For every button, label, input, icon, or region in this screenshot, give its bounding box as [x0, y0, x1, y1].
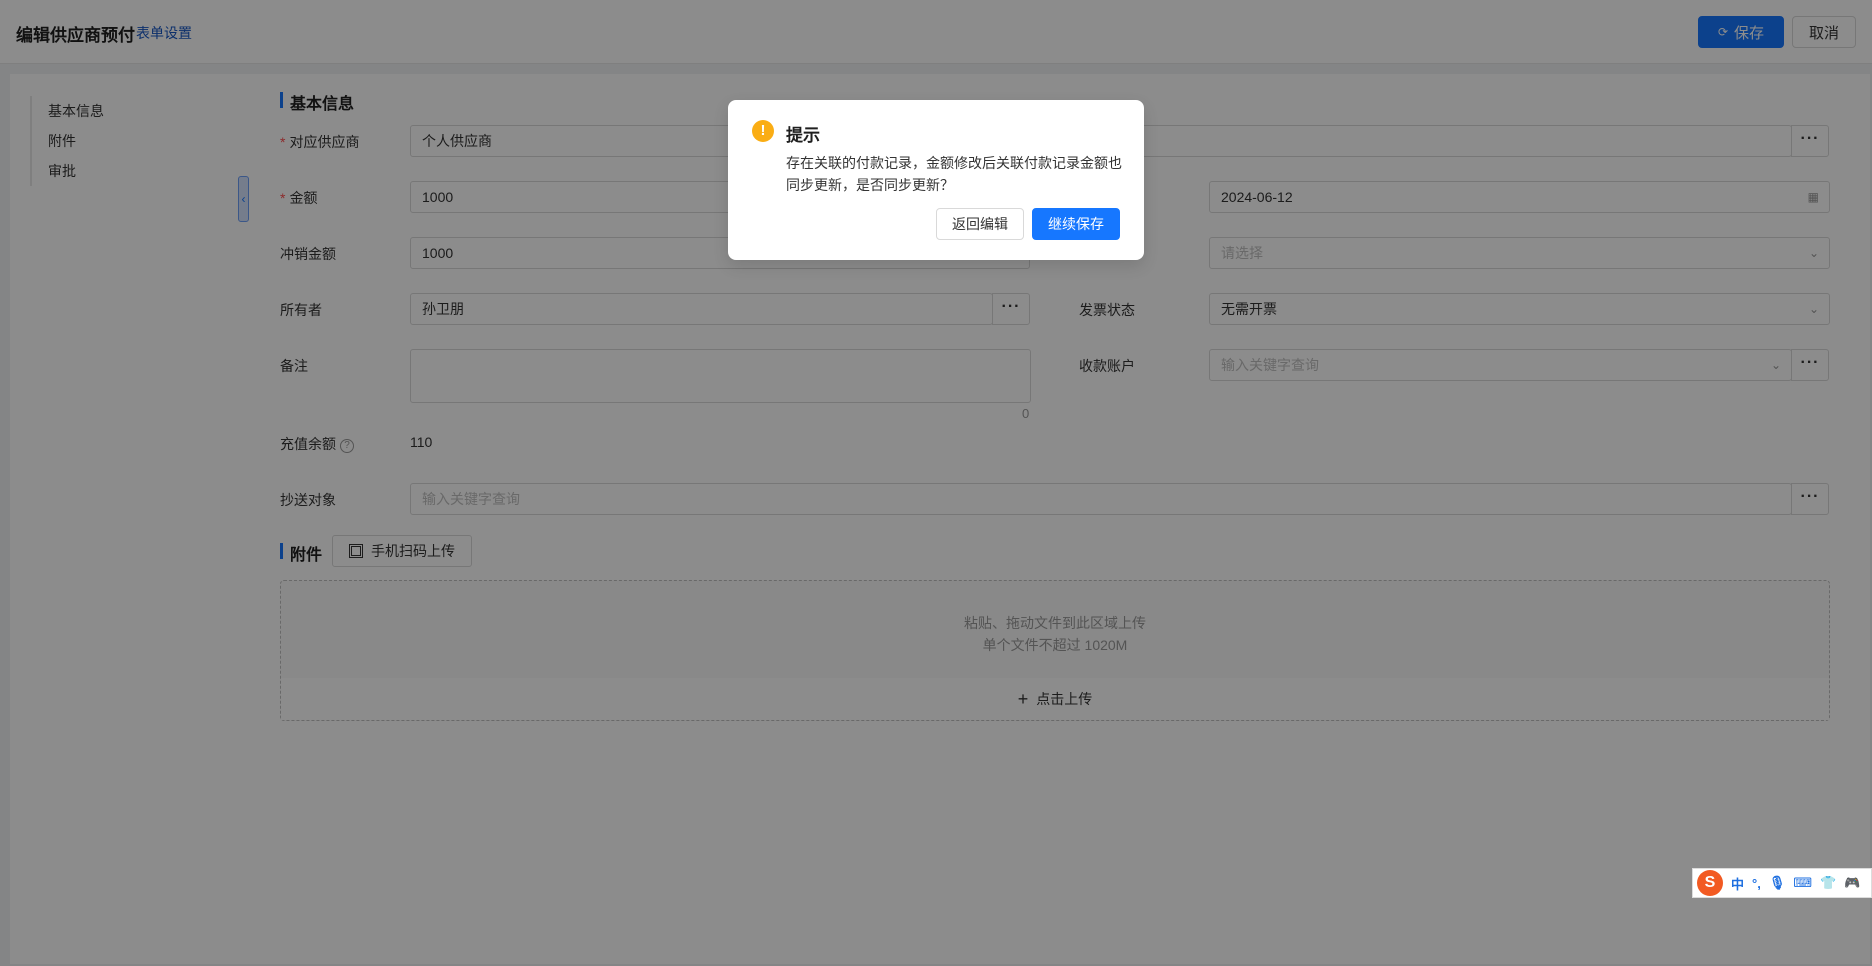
warning-icon: ! — [752, 120, 774, 142]
back-to-edit-button[interactable]: 返回编辑 — [936, 208, 1024, 240]
skin-icon[interactable]: 👕 — [1820, 875, 1836, 891]
modal-title: 提示 — [786, 126, 820, 145]
ime-logo[interactable]: S — [1697, 870, 1723, 896]
ime-punct-toggle[interactable]: °, — [1752, 876, 1761, 891]
gamepad-icon[interactable]: 🎮 — [1844, 875, 1860, 891]
continue-save-button[interactable]: 继续保存 — [1032, 208, 1120, 240]
keyboard-icon[interactable]: ⌨ — [1793, 875, 1812, 891]
confirm-modal: ! 提示 存在关联的付款记录，金额修改后关联付款记录金额也同步更新，是否同步更新… — [728, 100, 1144, 260]
ime-toolbar: S 中 °, 🎙 ⌨ 👕 🎮 — [1692, 868, 1872, 898]
microphone-icon[interactable]: 🎙 — [1769, 875, 1786, 891]
ime-mode-toggle[interactable]: 中 — [1731, 874, 1744, 893]
modal-message: 存在关联的付款记录，金额修改后关联付款记录金额也同步更新，是否同步更新？ — [786, 155, 1122, 193]
